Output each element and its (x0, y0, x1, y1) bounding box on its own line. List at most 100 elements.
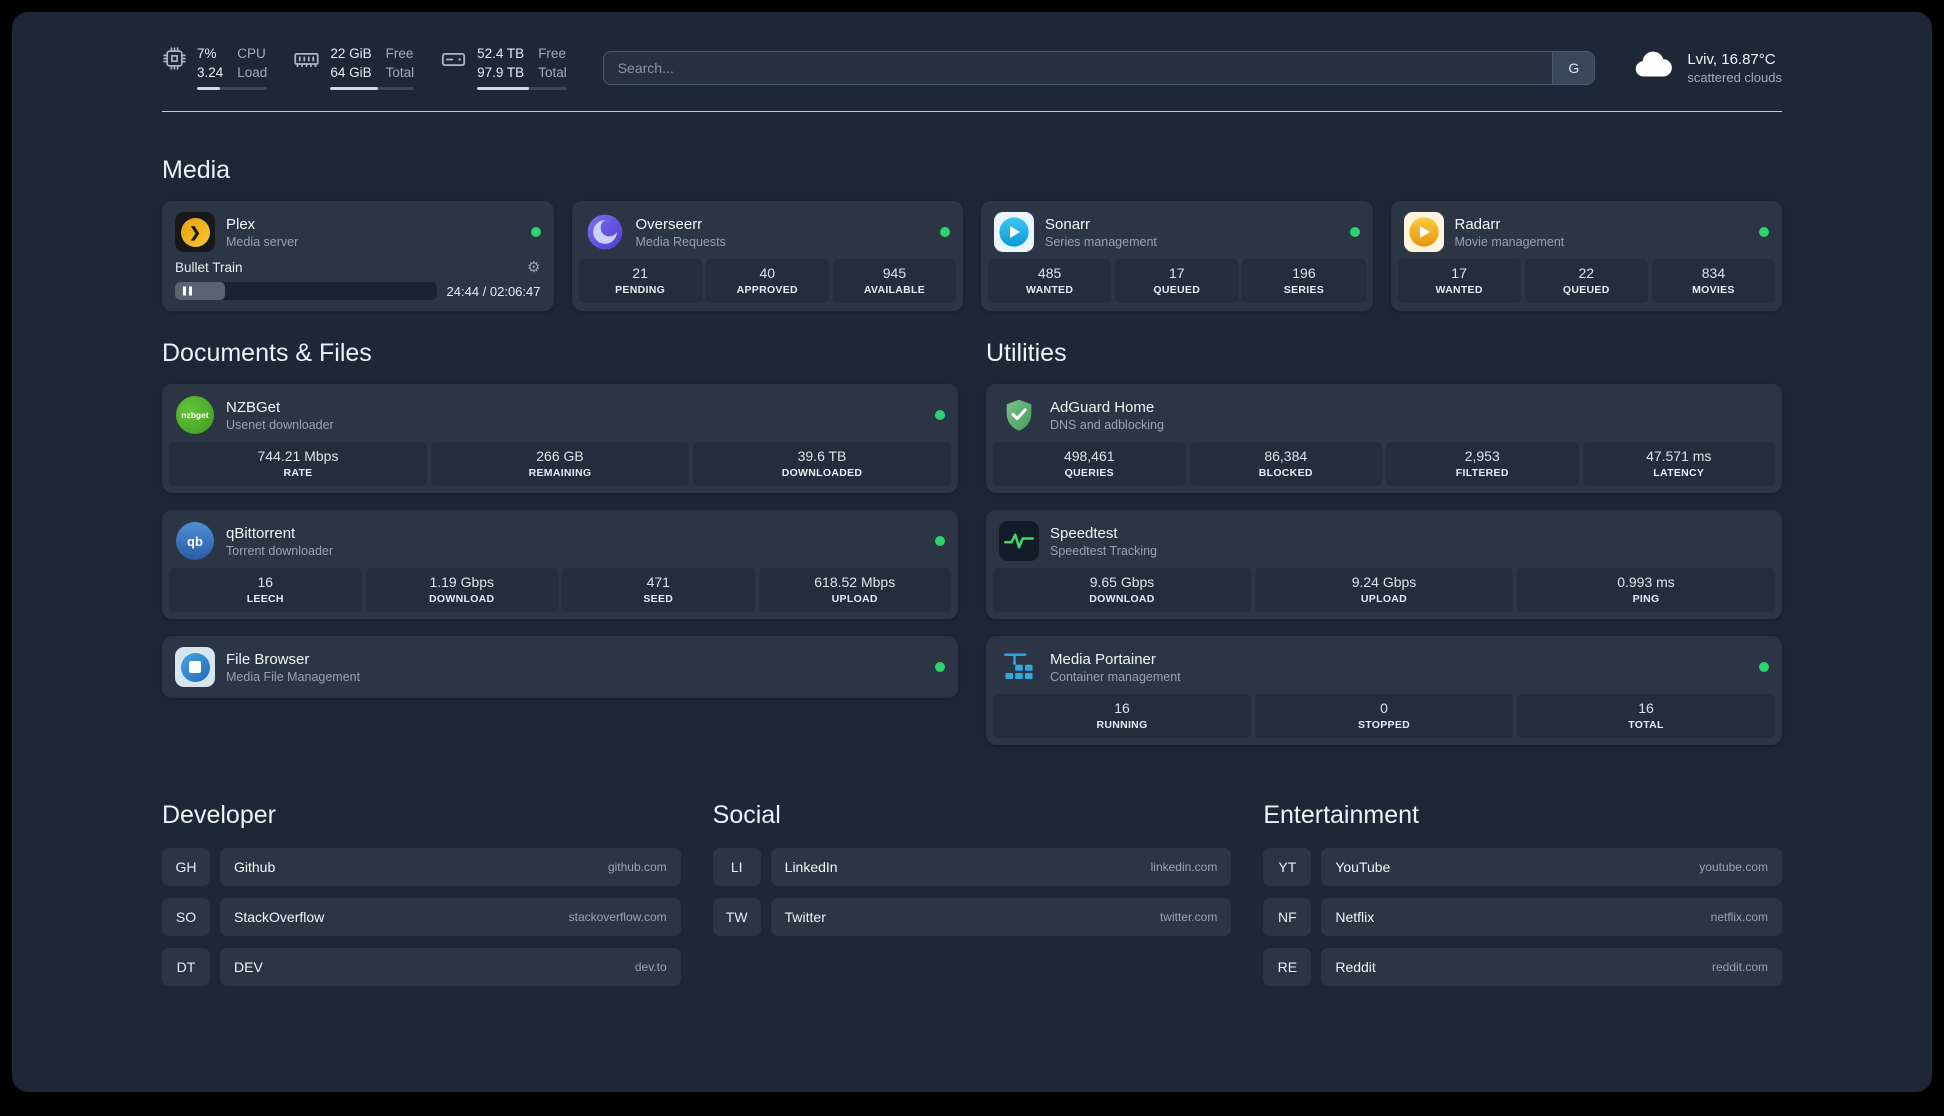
radarr-status-dot (1759, 227, 1769, 237)
overseerr-desc: Media Requests (635, 234, 726, 249)
qbittorrent-name[interactable]: qBittorrent (226, 525, 333, 542)
stat-label: QUEUED (1153, 284, 1201, 296)
bookmark-link-reddit[interactable]: Reddit reddit.com (1321, 948, 1782, 986)
bookmark-link-dev[interactable]: DEV dev.to (220, 948, 681, 986)
speedtest-name[interactable]: Speedtest (1050, 525, 1157, 542)
file-glyph (189, 661, 201, 673)
overseerr-icon (585, 212, 625, 252)
bookmark-link-linkedin[interactable]: LinkedIn linkedin.com (770, 848, 1232, 886)
plex-icon: ❯ (175, 212, 215, 252)
stat-value: 498,461 (1063, 448, 1115, 464)
card-nzbget[interactable]: nzbget NZBGet Usenet downloader 744.21 M… (162, 384, 958, 493)
stream-title: Bullet Train (175, 260, 243, 275)
portainer-stats: 16 RUNNING 0 STOPPED 16 TOTAL (993, 694, 1775, 738)
stat-approved: 40 APPROVED (705, 259, 829, 303)
memory-free: 22 GiB (330, 45, 372, 61)
memory-progressbar (330, 87, 415, 91)
sonarr-desc: Series management (1045, 234, 1157, 249)
settings-gear-icon[interactable]: ⚙ (527, 260, 540, 275)
stat-label: FILTERED (1455, 467, 1509, 479)
card-speedtest[interactable]: Speedtest Speedtest Tracking 9.65 Gbps D… (986, 510, 1782, 619)
nzbget-icon: nzbget (175, 395, 215, 435)
search-provider-button[interactable]: G (1552, 51, 1595, 84)
stat-available: 945 AVAILABLE (832, 259, 957, 303)
card-adguard[interactable]: AdGuard Home DNS and adblocking 498,461 … (986, 384, 1782, 493)
stat-label: DOWNLOADED (781, 467, 863, 479)
bookmark-abbr: LI (712, 848, 761, 886)
cloud-icon (1631, 42, 1677, 93)
stat-label: SERIES (1283, 284, 1325, 296)
nzbget-name[interactable]: NZBGet (226, 399, 334, 416)
two-column-sections: Documents & Files nzbget NZBGet Usenet d… (162, 311, 1782, 745)
portainer-header: Media Portainer Container management (993, 643, 1775, 694)
pause-icon[interactable] (183, 286, 192, 296)
weather-location: Lviv, 16.87°C (1687, 50, 1776, 68)
weather-widget[interactable]: Lviv, 16.87°C scattered clouds (1631, 42, 1782, 93)
stat-value: 39.6 TB (797, 448, 847, 464)
bookmarks: Developer GH Github github.com SO StackO… (162, 801, 1782, 1038)
plex-chevron-icon: ❯ (180, 217, 210, 247)
stat-total: 16 TOTAL (1517, 694, 1775, 738)
bookmark-link-twitter[interactable]: Twitter twitter.com (770, 898, 1232, 936)
stat-blocked: 86,384 BLOCKED (1189, 442, 1382, 486)
stat-value: 21 (632, 265, 648, 281)
bookmark-abbr: TW (712, 898, 761, 936)
card-filebrowser[interactable]: File Browser Media File Management (162, 636, 958, 698)
bookmark-abbr: SO (162, 898, 210, 936)
card-plex[interactable]: ❯ Plex Media server Bullet Train ⚙ 24:44… (162, 201, 554, 311)
bookmark-link-youtube[interactable]: YouTube youtube.com (1321, 848, 1782, 886)
qbittorrent-stats: 16 LEECH 1.19 Gbps DOWNLOAD 471 SEED 618… (169, 568, 951, 612)
search-bar: G (602, 50, 1596, 85)
bookmark-reddit: RE Reddit reddit.com (1263, 948, 1782, 986)
portainer-name[interactable]: Media Portainer (1050, 651, 1181, 668)
bookmark-youtube: YT YouTube youtube.com (1263, 848, 1782, 886)
adguard-header: AdGuard Home DNS and adblocking (993, 391, 1775, 442)
card-radarr[interactable]: Radarr Movie management 17 WANTED 22 QUE… (1390, 201, 1782, 311)
sonarr-name[interactable]: Sonarr (1045, 216, 1157, 233)
overseerr-stats: 21 PENDING 40 APPROVED 945 AVAILABLE (578, 259, 957, 303)
stat-running: 16 RUNNING (993, 694, 1251, 738)
stat-remaining: 266 GB REMAINING (431, 442, 689, 486)
disk-readout: 52.4 TB Free 97.9 TB Total (477, 45, 567, 91)
speedtest-stats: 9.65 Gbps DOWNLOAD 9.24 Gbps UPLOAD 0.99… (993, 568, 1775, 612)
bookmark-github: GH Github github.com (162, 848, 681, 886)
stat-label: DOWNLOAD (1089, 593, 1155, 605)
bookmark-link-stackoverflow[interactable]: StackOverflow stackoverflow.com (220, 898, 681, 936)
overseerr-status-dot (940, 227, 950, 237)
stream-progress-row: 24:44 / 02:06:47 (175, 282, 541, 300)
disk-widget: 52.4 TB Free 97.9 TB Total (440, 45, 567, 91)
portainer-status-dot (1759, 662, 1769, 672)
card-sonarr[interactable]: Sonarr Series management 485 WANTED 17 Q… (981, 201, 1373, 311)
stat-series: 196 SERIES (1242, 259, 1366, 303)
stat-label: UPLOAD (1360, 593, 1408, 605)
bookmark-name: Twitter (784, 909, 826, 925)
stat-value: 9.65 Gbps (1089, 574, 1155, 590)
adguard-name[interactable]: AdGuard Home (1050, 399, 1164, 416)
portainer-crane-icon (999, 647, 1039, 687)
stat-value: 618.52 Mbps (814, 574, 896, 590)
stat-downloaded: 39.6 TB DOWNLOADED (693, 442, 951, 486)
cpu-progress-fill (197, 87, 221, 91)
bookmark-name: Netflix (1335, 909, 1375, 925)
qbittorrent-status-dot (935, 536, 945, 546)
filebrowser-name[interactable]: File Browser (226, 651, 360, 668)
bookmark-link-github[interactable]: Github github.com (220, 848, 681, 886)
bookmark-name: LinkedIn (784, 859, 838, 875)
stat-label: RUNNING (1096, 719, 1148, 731)
card-overseerr[interactable]: Overseerr Media Requests 21 PENDING 40 A… (571, 201, 963, 311)
stat-value: 0 (1380, 700, 1388, 716)
qbittorrent-title-block: qBittorrent Torrent downloader (226, 525, 333, 558)
plex-name[interactable]: Plex (226, 216, 298, 233)
filebrowser-status-dot (935, 662, 945, 672)
search-input[interactable] (603, 51, 1553, 84)
overseerr-name[interactable]: Overseerr (636, 216, 726, 233)
speedtest-desc: Speedtest Tracking (1050, 543, 1158, 558)
stat-label: UPLOAD (831, 593, 878, 605)
card-qbittorrent[interactable]: qb qBittorrent Torrent downloader 16 LEE… (162, 510, 958, 619)
radarr-name[interactable]: Radarr (1455, 216, 1565, 233)
bookmark-link-netflix[interactable]: Netflix netflix.com (1321, 898, 1782, 936)
stat-value: 266 GB (536, 448, 584, 464)
memory-total: 64 GiB (330, 64, 372, 80)
stat-upload: 618.52 Mbps UPLOAD (758, 568, 951, 612)
card-portainer[interactable]: Media Portainer Container management 16 … (986, 636, 1782, 745)
